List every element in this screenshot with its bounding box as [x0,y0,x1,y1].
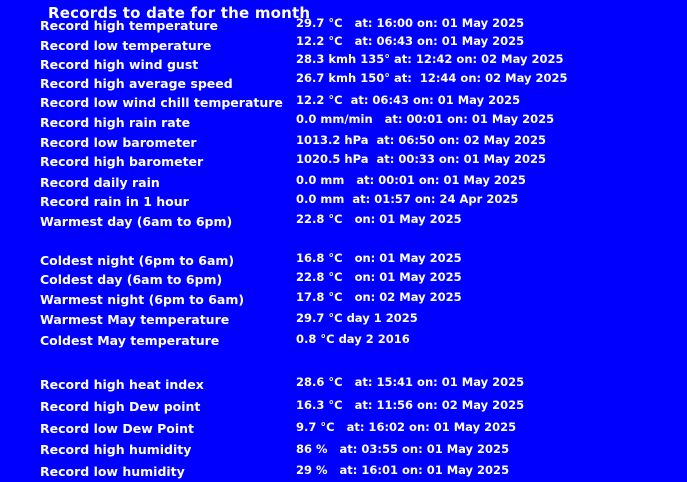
record-label: Record high Dew point [40,399,201,414]
record-value: 12.2 °C at: 06:43 on: 01 May 2025 [296,34,525,48]
record-value: 0.0 mm at: 00:01 on: 01 May 2025 [296,173,526,187]
record-value: 28.3 kmh 135° at: 12:42 on: 02 May 2025 [296,52,564,66]
record-value: 16.8 °C on: 01 May 2025 [296,251,462,265]
record-value: 12.2 °C at: 06:43 on: 01 May 2025 [296,93,521,107]
record-value: 29.7 °C day 1 2025 [296,311,418,325]
record-label: Record low wind chill temperature [40,95,283,110]
record-value: 0.0 mm at: 01:57 on: 24 Apr 2025 [296,192,519,206]
record-value: 1020.5 hPa at: 00:33 on: 01 May 2025 [296,152,546,166]
record-value: 86 % at: 03:55 on: 01 May 2025 [296,442,510,456]
record-value: 9.7 °C at: 16:02 on: 01 May 2025 [296,420,517,434]
record-value: 26.7 kmh 150° at: 12:44 on: 02 May 2025 [296,71,568,85]
record-label: Record daily rain [40,175,160,190]
record-label: Record high wind gust [40,57,199,72]
record-label: Record high heat index [40,377,204,392]
record-label: Record high barometer [40,154,204,169]
record-label: Record high rain rate [40,115,191,130]
record-label: Record low humidity [40,464,185,479]
record-label: Record high average speed [40,76,233,91]
record-value: 0.8 °C day 2 2016 [296,332,410,346]
record-label: Record high temperature [40,18,218,33]
record-label: Record low temperature [40,38,212,53]
record-value: 22.8 °C on: 01 May 2025 [296,270,462,284]
record-label: Warmest May temperature [40,312,230,327]
record-value: 1013.2 hPa at: 06:50 on: 02 May 2025 [296,133,546,147]
record-label: Record high humidity [40,442,192,457]
record-value: 17.8 °C on: 02 May 2025 [296,290,462,304]
record-value: 0.0 mm/min at: 00:01 on: 01 May 2025 [296,112,555,126]
record-value: 29 % at: 16:01 on: 01 May 2025 [296,463,510,477]
record-label: Record rain in 1 hour [40,194,189,209]
record-label: Record low barometer [40,135,197,150]
record-label: Coldest night (6pm to 6am) [40,253,235,268]
record-label: Record low Dew Point [40,421,194,436]
record-label: Coldest day (6am to 6pm) [40,272,223,287]
record-value: 29.7 °C at: 16:00 on: 01 May 2025 [296,16,525,30]
record-label: Warmest day (6am to 6pm) [40,214,233,229]
record-value: 16.3 °C at: 11:56 on: 02 May 2025 [296,398,525,412]
record-label: Coldest May temperature [40,333,220,348]
record-label: Warmest night (6pm to 6am) [40,292,245,307]
record-value: 22.8 °C on: 01 May 2025 [296,212,462,226]
record-value: 28.6 °C at: 15:41 on: 01 May 2025 [296,375,525,389]
